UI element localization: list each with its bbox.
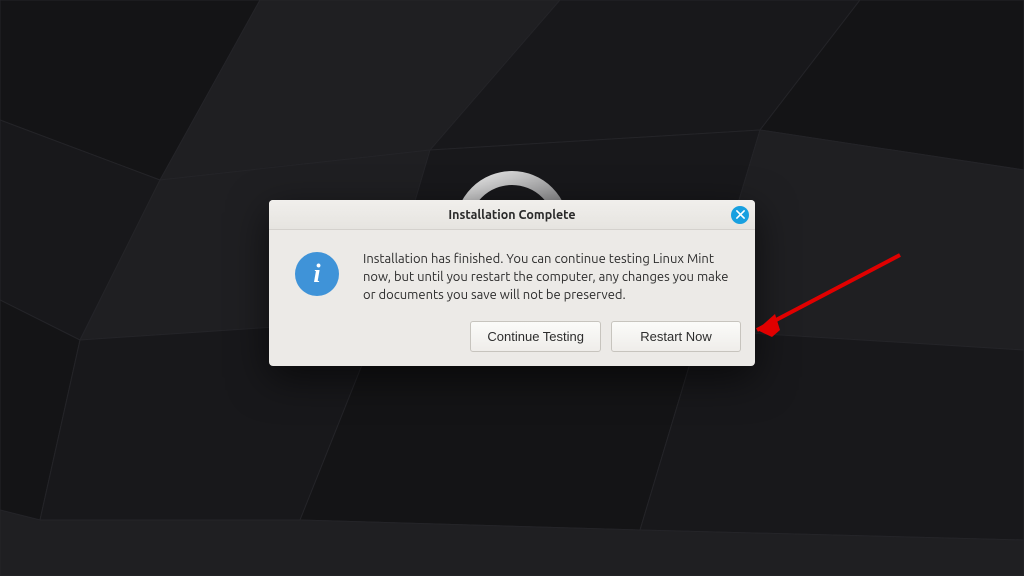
dialog-button-row: Continue Testing Restart Now: [269, 321, 755, 366]
desktop: Installation Complete i Installation has…: [0, 0, 1024, 576]
info-icon: i: [295, 252, 339, 296]
dialog-title: Installation Complete: [448, 208, 575, 222]
dialog-titlebar[interactable]: Installation Complete: [269, 200, 755, 230]
close-icon: [736, 210, 745, 219]
close-button[interactable]: [731, 206, 749, 224]
continue-testing-button[interactable]: Continue Testing: [470, 321, 601, 352]
installation-complete-dialog: Installation Complete i Installation has…: [269, 200, 755, 366]
dialog-message: Installation has finished. You can conti…: [363, 250, 733, 305]
restart-now-button[interactable]: Restart Now: [611, 321, 741, 352]
